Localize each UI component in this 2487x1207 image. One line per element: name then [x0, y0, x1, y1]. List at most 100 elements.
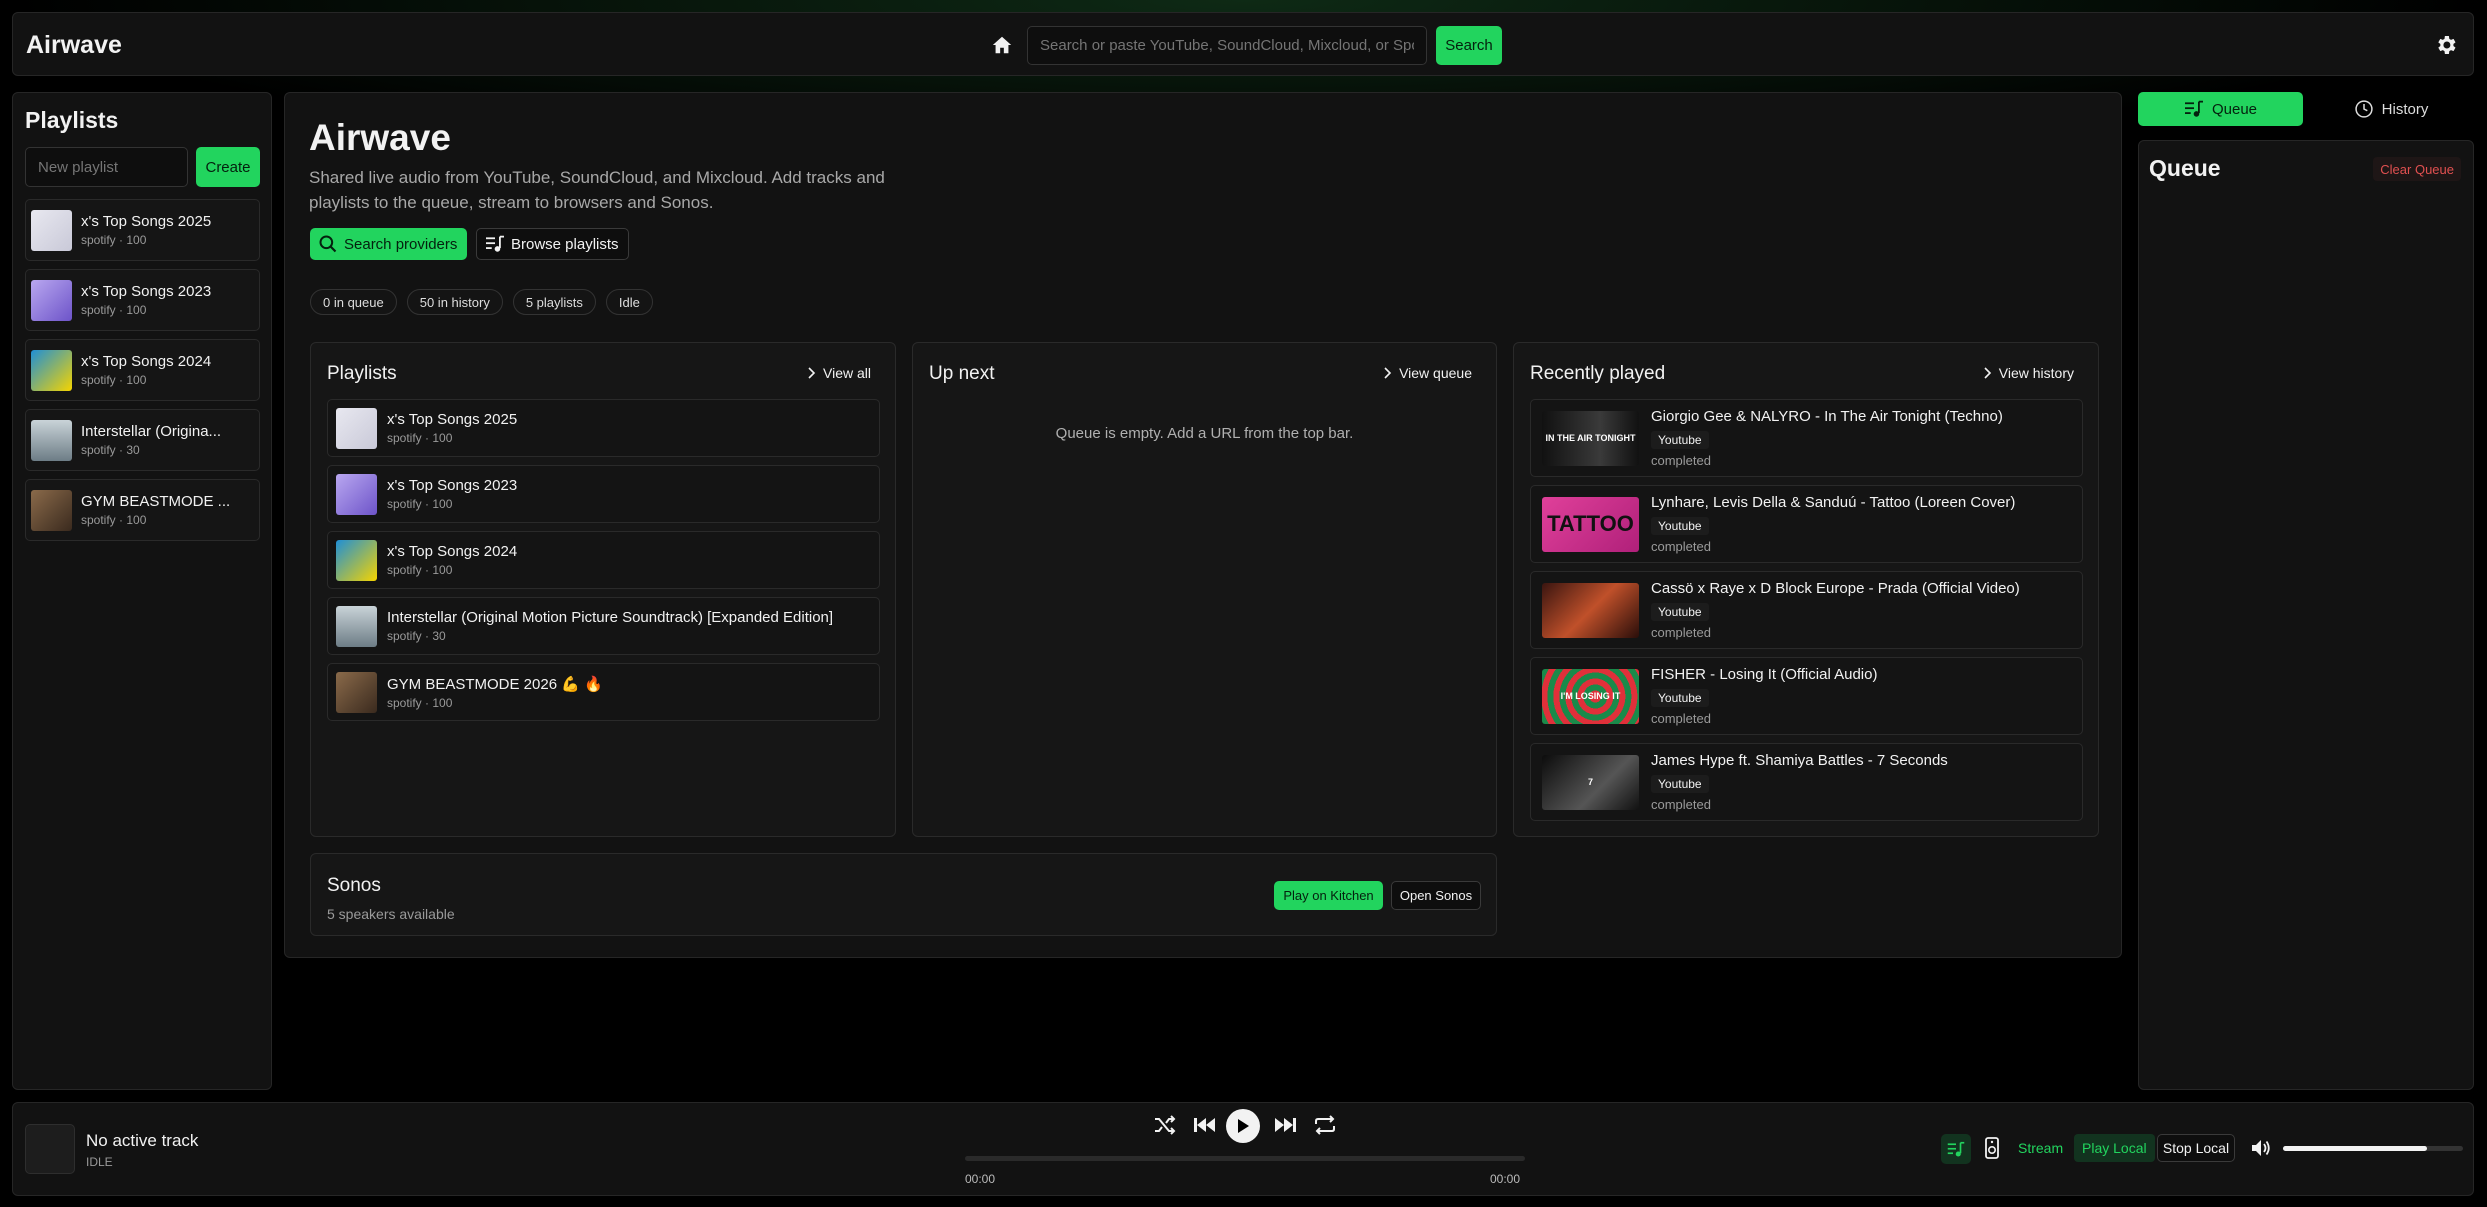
sidebar-title: Playlists	[25, 107, 119, 133]
search-button[interactable]: Search	[1436, 26, 1502, 65]
playlist-name: x's Top Songs 2025	[387, 411, 518, 428]
playlist-artwork	[336, 473, 377, 515]
stop-local-button[interactable]: Stop Local	[2157, 1134, 2235, 1162]
volume-icon[interactable]	[2251, 1139, 2271, 1157]
playlist-name: Interstellar (Original Motion Picture So…	[387, 609, 834, 626]
speaker-device-icon[interactable]	[1985, 1137, 1999, 1159]
volume-fill	[2283, 1146, 2427, 1151]
sidebar-playlist-item[interactable]: x's Top Songs 2024 spotify · 100	[25, 339, 260, 401]
queue-title: Queue	[2149, 155, 2221, 181]
history-row[interactable]: 7 James Hype ft. Shamiya Battles - 7 Sec…	[1530, 743, 2083, 821]
playlists-card-title: Playlists	[327, 363, 397, 384]
recently-played-card: Recently played View history IN THE AIR …	[1513, 342, 2099, 837]
previous-icon[interactable]	[1193, 1115, 1217, 1135]
source-badge: Youtube	[1651, 603, 1709, 621]
play-on-kitchen-button[interactable]: Play on Kitchen	[1274, 881, 1383, 910]
page-title: Airwave	[309, 117, 451, 158]
playlist-artwork	[31, 489, 72, 531]
playlist-name: x's Top Songs 2025	[81, 213, 212, 230]
search-providers-button[interactable]: Search providers	[310, 228, 467, 260]
track-thumbnail: 7	[1542, 754, 1639, 810]
stat-pill: 50 in history	[406, 289, 503, 315]
sidebar-playlist-item[interactable]: GYM BEASTMODE ... spotify · 100	[25, 479, 260, 541]
shuffle-icon[interactable]	[1153, 1114, 1177, 1136]
player-bar: No active track IDLE 00:00 00:00 Stream …	[12, 1102, 2474, 1196]
page-subtitle: Shared live audio from YouTube, SoundClo…	[309, 168, 885, 212]
playlist-meta: spotify · 100	[387, 695, 453, 710]
stats-row: 0 in queue 50 in history 5 playlists Idle	[310, 289, 653, 315]
playlist-row[interactable]: x's Top Songs 2023 spotify · 100	[327, 465, 880, 523]
view-queue-link[interactable]: View queue	[1384, 365, 1472, 381]
sonos-title: Sonos	[327, 875, 381, 896]
play-local-button[interactable]: Play Local	[2074, 1134, 2155, 1162]
player-state: IDLE	[86, 1155, 113, 1169]
view-history-link[interactable]: View history	[1984, 365, 2074, 381]
playlist-artwork	[336, 671, 377, 713]
repeat-icon[interactable]	[1313, 1114, 1337, 1136]
track-title: Lynhare, Levis Della & Sanduú - Tattoo (…	[1651, 494, 2016, 511]
browse-playlists-button[interactable]: Browse playlists	[476, 228, 629, 260]
source-badge: Youtube	[1651, 775, 1709, 793]
home-icon[interactable]	[991, 34, 1015, 56]
playlist-meta: spotify · 100	[81, 233, 147, 247]
playlist-artwork	[336, 407, 377, 449]
tab-history[interactable]: History	[2308, 92, 2474, 126]
progress-bar[interactable]	[965, 1156, 1525, 1161]
open-sonos-button[interactable]: Open Sonos	[1391, 881, 1481, 910]
clock-icon	[2354, 99, 2374, 119]
playlist-name: GYM BEASTMODE ...	[81, 493, 231, 510]
next-icon[interactable]	[1273, 1115, 1297, 1135]
sidebar-playlist-item[interactable]: x's Top Songs 2023 spotify · 100	[25, 269, 260, 331]
chevron-right-icon	[1384, 367, 1392, 379]
recently-played-title: Recently played	[1530, 363, 1666, 384]
tab-queue[interactable]: Queue	[2138, 92, 2303, 126]
view-all-link[interactable]: View all	[808, 365, 871, 381]
playlist-name: Interstellar (Origina...	[81, 423, 222, 440]
playlist-icon	[485, 235, 505, 253]
playlists-card: Playlists View all x's Top Songs 2025 sp…	[310, 342, 896, 837]
playlist-row[interactable]: x's Top Songs 2025 spotify · 100	[327, 399, 880, 457]
search-input[interactable]	[1027, 26, 1427, 65]
track-status: completed	[1651, 711, 1711, 726]
sonos-card: Sonos 5 speakers available Play on Kitch…	[310, 853, 1497, 936]
chevron-right-icon	[808, 367, 816, 379]
playlist-artwork	[31, 419, 72, 461]
track-status: completed	[1651, 797, 1711, 812]
history-row[interactable]: Cassö x Raye x D Block Europe - Prada (O…	[1530, 571, 2083, 649]
sidebar-playlist-item[interactable]: Interstellar (Origina... spotify · 30	[25, 409, 260, 471]
playlist-meta: spotify · 100	[387, 497, 453, 511]
playlist-meta: spotify · 100	[81, 373, 147, 387]
up-next-card: Up next View queue Queue is empty. Add a…	[912, 342, 1497, 837]
time-total: 00:00	[1490, 1172, 1521, 1186]
create-playlist-button[interactable]: Create	[196, 147, 260, 187]
track-thumbnail: I'M LOSING IT	[1542, 668, 1639, 724]
track-title: Cassö x Raye x D Block Europe - Prada (O…	[1651, 580, 2020, 597]
chevron-right-icon	[1984, 367, 1992, 379]
volume-slider[interactable]	[2283, 1146, 2463, 1151]
playlist-row[interactable]: x's Top Songs 2024 spotify · 100	[327, 531, 880, 589]
history-row[interactable]: TATTOO Lynhare, Levis Della & Sanduú - T…	[1530, 485, 2083, 563]
thumbnail-text: IN THE AIR TONIGHT	[1545, 432, 1636, 443]
play-icon	[1236, 1118, 1250, 1134]
sidebar-playlist-item[interactable]: x's Top Songs 2025 spotify · 100	[25, 199, 260, 261]
playlists-sidebar: Playlists Create x's Top Songs 2025 spot…	[12, 92, 272, 1090]
queue-empty-message: Queue is empty. Add a URL from the top b…	[1055, 425, 1354, 442]
track-status: completed	[1651, 453, 1711, 468]
stat-pill: 5 playlists	[512, 289, 596, 315]
playlist-row[interactable]: Interstellar (Original Motion Picture So…	[327, 597, 880, 655]
queue-panel: Queue Clear Queue	[2138, 140, 2474, 1090]
play-button[interactable]	[1226, 1109, 1260, 1143]
track-status: completed	[1651, 539, 1711, 554]
thumbnail-text: I'M LOSING IT	[1560, 690, 1621, 701]
new-playlist-input[interactable]	[25, 147, 188, 187]
app-title: Airwave	[26, 31, 122, 59]
playlist-row[interactable]: GYM BEASTMODE 2026 💪 🔥 spotify · 100	[327, 663, 880, 721]
stream-output-button[interactable]	[1941, 1134, 1971, 1164]
history-row[interactable]: IN THE AIR TONIGHT Giorgio Gee & NALYRO …	[1530, 399, 2083, 477]
history-row[interactable]: I'M LOSING IT FISHER - Losing It (Offici…	[1530, 657, 2083, 735]
clear-queue-button[interactable]: Clear Queue	[2373, 157, 2461, 181]
stream-button[interactable]: Stream	[2018, 1140, 2063, 1156]
playlist-meta: spotify · 100	[387, 431, 453, 445]
gear-icon[interactable]	[2434, 33, 2458, 57]
playlist-meta: spotify · 30	[81, 443, 140, 457]
